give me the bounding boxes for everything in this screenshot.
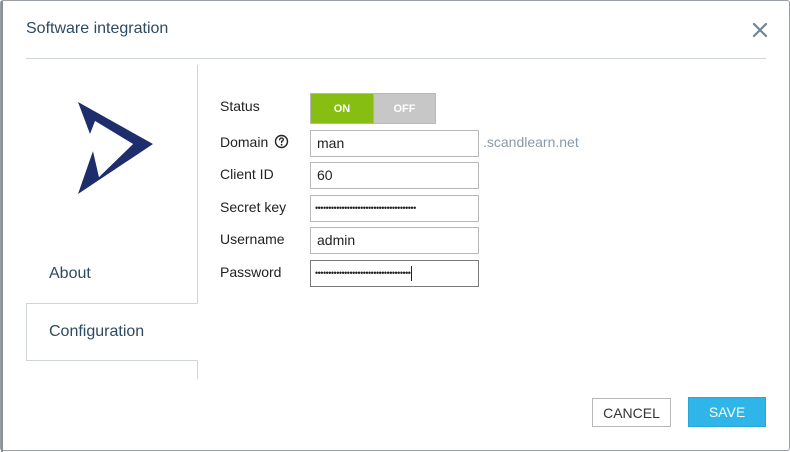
secret-key-label: Secret key (220, 199, 287, 215)
username-field[interactable]: admin (310, 227, 479, 254)
password-field[interactable]: •••••••••••••••••••••••••••••••••••• (310, 260, 479, 287)
sidebar-item-configuration[interactable]: Configuration (26, 303, 198, 361)
cancel-button[interactable]: CANCEL (592, 398, 671, 427)
close-button[interactable] (750, 20, 770, 40)
status-off-option[interactable]: OFF (373, 94, 435, 123)
status-label: Status (220, 98, 260, 114)
software-integration-dialog: Software integration About Configuration… (0, 0, 790, 452)
domain-label: Domain (220, 134, 269, 150)
secret-key-field[interactable]: •••••••••••••••••••••••••••••••••••••• (310, 195, 479, 222)
password-value: •••••••••••••••••••••••••••••••••••• (315, 268, 411, 278)
client-id-label: Client ID (220, 166, 274, 182)
dialog-title: Software integration (26, 20, 169, 37)
sidebar-item-about[interactable]: About (49, 265, 91, 283)
domain-suffix: .scandlearn.net (483, 134, 579, 150)
username-label: Username (220, 231, 285, 247)
save-button[interactable]: SAVE (688, 397, 766, 427)
status-toggle[interactable]: ON OFF (310, 93, 436, 124)
domain-field[interactable]: man (310, 130, 479, 157)
password-label: Password (220, 264, 282, 280)
text-cursor (411, 266, 413, 282)
window-edge (1, 1, 3, 452)
sidebar-item-label: Configuration (49, 323, 145, 340)
app-logo (78, 102, 153, 194)
close-icon (752, 22, 768, 38)
header-divider (26, 58, 766, 59)
status-on-option[interactable]: ON (311, 94, 373, 123)
client-id-field[interactable]: 60 (310, 162, 479, 189)
help-circle-icon[interactable] (274, 134, 289, 149)
